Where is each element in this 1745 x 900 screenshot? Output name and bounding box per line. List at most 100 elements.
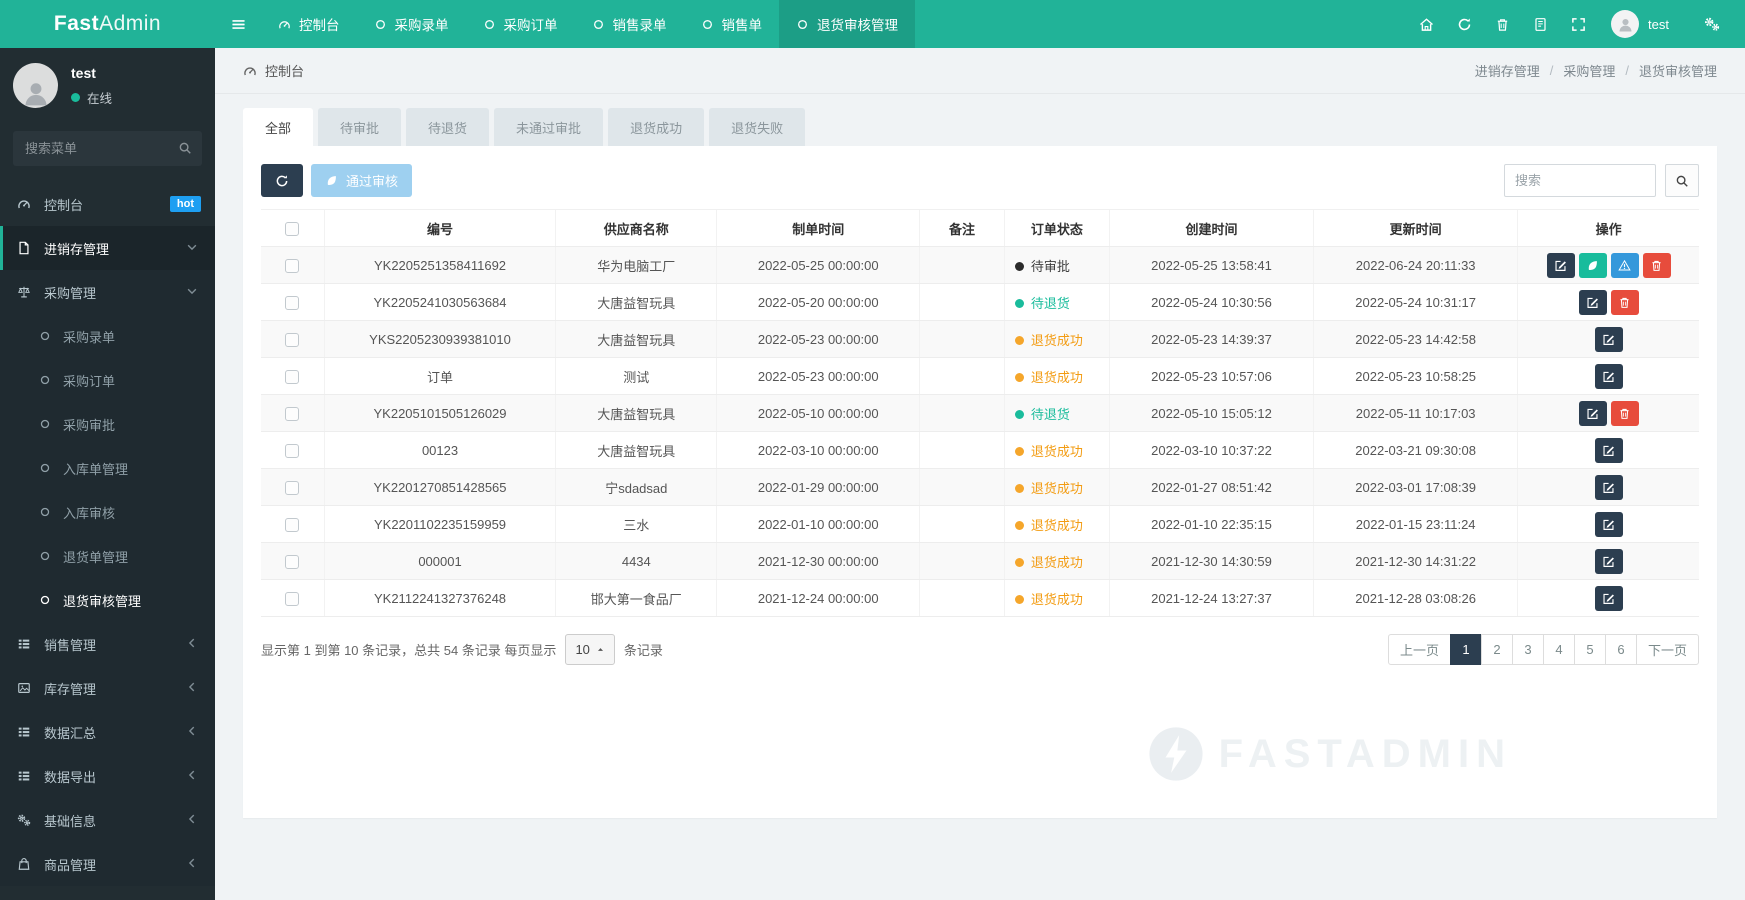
row-checkbox[interactable] — [285, 554, 300, 569]
cell-created: 2022-01-27 08:51:42 — [1108, 468, 1314, 506]
filter-tab-0[interactable]: 全部 — [243, 108, 314, 146]
topnav-tab-sales-entry[interactable]: 销售录单 — [575, 0, 684, 48]
breadcrumb-item[interactable]: 进销存管理 — [1475, 61, 1540, 80]
sidebar-item-console[interactable]: 控制台 hot — [0, 182, 215, 226]
column-header[interactable]: 操作 — [1517, 209, 1699, 247]
pagination-page-2[interactable]: 2 — [1480, 634, 1513, 665]
row-checkbox[interactable] — [285, 591, 300, 606]
row-checkbox[interactable] — [285, 517, 300, 532]
sidebar-item-return-audit[interactable]: 退货审核管理 — [0, 578, 215, 622]
sidebar-item-data-export[interactable]: 数据导出 — [0, 754, 215, 798]
row-checkbox[interactable] — [285, 369, 300, 384]
edit-button[interactable] — [1578, 400, 1607, 426]
topnav-tab-return-audit[interactable]: 退货审核管理 — [779, 0, 915, 48]
topbar-user-menu[interactable]: test — [1611, 10, 1669, 38]
select-all-checkbox[interactable] — [285, 221, 300, 236]
filter-tab-3[interactable]: 未通过审批 — [494, 108, 604, 146]
topnav-tab-purchase-order[interactable]: 采购订单 — [466, 0, 575, 48]
row-checkbox[interactable] — [285, 332, 300, 347]
settings-button[interactable] — [1693, 16, 1731, 32]
approve-audit-button[interactable]: 通过审核 — [311, 164, 413, 197]
app-logo[interactable]: Fast Admin — [0, 0, 215, 48]
sidebar-item-purchase-audit[interactable]: 采购审批 — [0, 402, 215, 446]
column-header[interactable]: 备注 — [919, 209, 1005, 247]
sidebar-item-base-info[interactable]: 基础信息 — [0, 798, 215, 842]
circle-icon — [374, 18, 387, 31]
cell-code: YK2201270851428565 — [323, 468, 556, 506]
sidebar-item-sales[interactable]: 销售管理 — [0, 622, 215, 666]
search-button[interactable] — [1665, 164, 1699, 197]
menu-search-input[interactable] — [13, 131, 202, 166]
pagination-page-6[interactable]: 6 — [1604, 634, 1637, 665]
row-checkbox[interactable] — [285, 295, 300, 310]
trash-button[interactable] — [1483, 17, 1521, 32]
topbar-icon-group — [1407, 17, 1597, 32]
column-header[interactable]: 创建时间 — [1108, 209, 1314, 247]
pagination-prev-button[interactable]: 上一页 — [1387, 634, 1451, 665]
breadcrumb-item[interactable]: 采购管理 — [1563, 61, 1615, 80]
topnav-tab-purchase-entry[interactable]: 采购录单 — [357, 0, 466, 48]
sidebar-item-inbound-mgmt[interactable]: 入库单管理 — [0, 446, 215, 490]
home-button[interactable] — [1407, 17, 1445, 32]
table-search — [1504, 164, 1699, 197]
edit-button[interactable] — [1594, 585, 1623, 611]
delete-button[interactable] — [1610, 289, 1639, 315]
filter-tab-1[interactable]: 待审批 — [318, 108, 402, 146]
topnav-tab-console[interactable]: 控制台 — [261, 0, 357, 48]
sidebar-item-purchase-entry[interactable]: 采购录单 — [0, 314, 215, 358]
pagination-page-5[interactable]: 5 — [1573, 634, 1606, 665]
refresh-button[interactable] — [261, 164, 303, 197]
edit-button[interactable] — [1594, 548, 1623, 574]
sidebar-item-inventory[interactable]: 库存管理 — [0, 666, 215, 710]
delete-button[interactable] — [1610, 400, 1639, 426]
page-size-select[interactable]: 10 — [565, 634, 615, 665]
sidebar-item-return-mgmt[interactable]: 退货单管理 — [0, 534, 215, 578]
row-checkbox[interactable] — [285, 406, 300, 421]
search-icon[interactable] — [178, 141, 192, 155]
breadcrumb-item[interactable]: 退货审核管理 — [1639, 61, 1717, 80]
row-checkbox[interactable] — [285, 443, 300, 458]
row-checkbox[interactable] — [285, 258, 300, 273]
pagination-page-1[interactable]: 1 — [1449, 634, 1482, 665]
edit-button[interactable] — [1594, 511, 1623, 537]
docs-button[interactable] — [1521, 17, 1559, 32]
breadcrumb[interactable]: 控制台 — [243, 61, 304, 80]
column-header[interactable]: 更新时间 — [1313, 209, 1518, 247]
sidebar-item-data-summary[interactable]: 数据汇总 — [0, 710, 215, 754]
column-header[interactable]: 供应商名称 — [555, 209, 717, 247]
pagination-page-4[interactable]: 4 — [1542, 634, 1575, 665]
table-row: YK2112241327376248 邯大第一食品厂 2021-12-24 00:0… — [261, 579, 1699, 617]
approve-button[interactable] — [1578, 252, 1607, 278]
row-checkbox[interactable] — [285, 480, 300, 495]
cell-order-time: 2022-05-20 00:00:00 — [716, 283, 920, 321]
delete-button[interactable] — [1642, 252, 1671, 278]
reject-button[interactable] — [1610, 252, 1639, 278]
edit-button[interactable] — [1594, 437, 1623, 463]
breadcrumb-label: 控制台 — [265, 64, 305, 79]
sidebar-toggle-button[interactable] — [215, 0, 261, 48]
sidebar-item-invoicing[interactable]: 进销存管理 — [0, 226, 215, 270]
edit-button[interactable] — [1594, 326, 1623, 352]
edit-button[interactable] — [1546, 252, 1575, 278]
edit-button[interactable] — [1578, 289, 1607, 315]
cell-status: 退货成功 — [1003, 357, 1110, 395]
sidebar-item-goods[interactable]: 商品管理 — [0, 842, 215, 886]
edit-button[interactable] — [1594, 474, 1623, 500]
edit-button[interactable] — [1594, 363, 1623, 389]
table-search-input[interactable] — [1504, 164, 1656, 197]
sidebar-item-purchase-order[interactable]: 采购订单 — [0, 358, 215, 402]
filter-tab-2[interactable]: 待退货 — [406, 108, 490, 146]
column-header[interactable]: 编号 — [323, 209, 556, 247]
column-header[interactable]: 订单状态 — [1003, 209, 1110, 247]
refresh-button[interactable] — [1445, 17, 1483, 32]
main-area: 控制台 进销存管理 / 采购管理 / 退货审核管理 全部 待审批 待退货 未通过审批 退货成功退… — [215, 48, 1745, 900]
pagination-next-button[interactable]: 下一页 — [1635, 634, 1699, 665]
fullscreen-button[interactable] — [1559, 17, 1597, 32]
column-header[interactable]: 制单时间 — [716, 209, 920, 247]
filter-tab-4[interactable]: 退货成功 — [608, 108, 705, 146]
sidebar-item-inbound-audit[interactable]: 入库审核 — [0, 490, 215, 534]
topnav-tab-sales-order[interactable]: 销售单 — [684, 0, 780, 48]
filter-tab-5[interactable]: 退货失败 — [709, 108, 806, 146]
sidebar-item-purchase[interactable]: 采购管理 — [0, 270, 215, 314]
pagination-page-3[interactable]: 3 — [1511, 634, 1544, 665]
